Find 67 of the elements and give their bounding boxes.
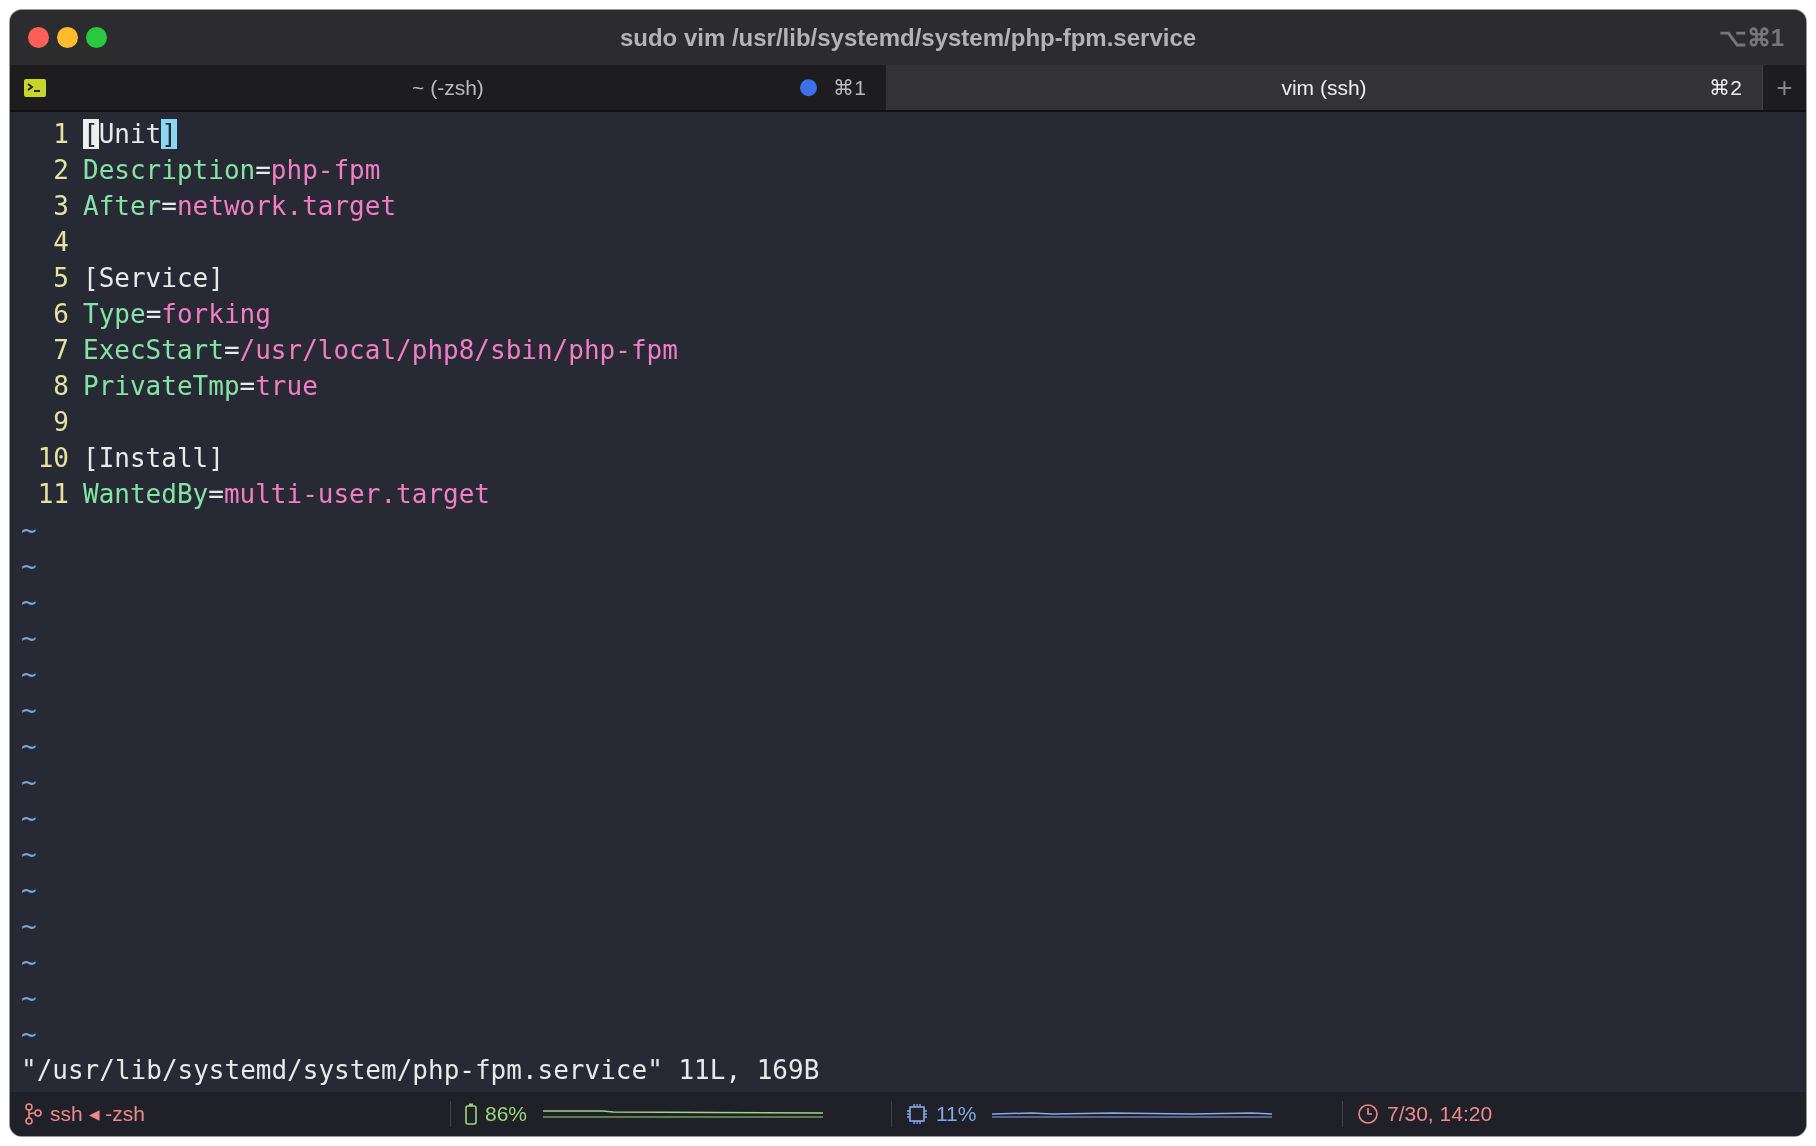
config-value: multi-user.target: [223, 479, 490, 509]
config-key: Type: [83, 299, 146, 329]
tab[interactable]: vim (ssh) ⌘2: [886, 65, 1762, 110]
window-title: sudo vim /usr/lib/systemd/system/php-fpm.service: [619, 22, 1197, 53]
config-value: forking: [161, 299, 271, 329]
shortcut-label: ⌘2: [1709, 74, 1742, 101]
close-button[interactable]: [28, 27, 49, 48]
empty-line-marker: ~: [21, 911, 37, 941]
code-text: =: [161, 191, 177, 221]
empty-line-marker: ~: [21, 875, 37, 905]
config-value: php-fpm: [270, 155, 381, 185]
status-text: 86%: [485, 1101, 528, 1128]
cursor: [: [83, 119, 99, 149]
status-text: 11%: [936, 1101, 977, 1128]
line-number: 7: [52, 334, 69, 367]
empty-line-marker: ~: [21, 839, 37, 869]
empty-line-marker: ~: [21, 515, 37, 545]
line-number: 5: [52, 262, 69, 295]
config-value: true: [255, 371, 318, 401]
empty-line-marker: ~: [21, 983, 37, 1013]
empty-line-marker: ~: [21, 767, 37, 797]
config-value: network.target: [176, 191, 397, 221]
zoom-button[interactable]: [86, 27, 107, 48]
status-text: 7/30, 14:20: [1387, 1101, 1493, 1128]
code-text: =: [239, 371, 256, 401]
line-number: 8: [52, 370, 69, 403]
branch-icon: [24, 1103, 42, 1125]
line-number: 1: [52, 118, 69, 151]
empty-line-marker: ~: [21, 947, 37, 977]
terminal-icon: [24, 79, 46, 97]
minimize-button[interactable]: [57, 27, 78, 48]
empty-line-marker: ~: [21, 803, 37, 833]
config-key: ExecStart: [83, 335, 224, 365]
code-text: [Install]: [83, 443, 224, 473]
empty-line-marker: ~: [21, 659, 37, 689]
empty-line-marker: ~: [21, 1019, 37, 1049]
line-number: 3: [52, 190, 69, 223]
empty-line-marker: ~: [21, 623, 37, 653]
config-key: After: [83, 191, 162, 221]
battery-icon: [465, 1103, 477, 1125]
config-value: /usr/local/php8/sbin/php-fpm: [239, 335, 678, 365]
empty-line-marker: ~: [21, 695, 37, 725]
code-text: Unit: [98, 119, 162, 149]
matching-bracket: ]: [161, 119, 177, 149]
code-text: [Service]: [83, 263, 224, 293]
status-text: ssh ◂ -zsh: [50, 1101, 146, 1128]
config-key: PrivateTmp: [83, 371, 240, 401]
chip-icon: [906, 1103, 928, 1125]
config-key: Description: [83, 155, 256, 185]
line-number: 6: [52, 298, 69, 331]
empty-line-marker: ~: [21, 587, 37, 617]
code-text: =: [223, 335, 240, 365]
line-number: 10: [36, 442, 69, 475]
shortcut-label: ⌥⌘1: [1718, 22, 1784, 53]
line-number: 11: [36, 478, 69, 511]
line-number: 4: [52, 226, 69, 259]
code-text: =: [255, 155, 271, 185]
empty-line-marker: ~: [21, 731, 37, 761]
shortcut-label: ⌘1: [833, 74, 866, 101]
line-number: 2: [52, 154, 69, 187]
status-message: "/usr/lib/systemd/system/php-fpm.service" 11L, 169B: [21, 1055, 820, 1085]
empty-line-marker: ~: [21, 551, 37, 581]
code-text: =: [208, 479, 224, 509]
line-number: 9: [52, 406, 69, 439]
code-text: =: [145, 299, 162, 329]
config-key: WantedBy: [83, 479, 209, 509]
clock-icon: [1357, 1103, 1379, 1125]
